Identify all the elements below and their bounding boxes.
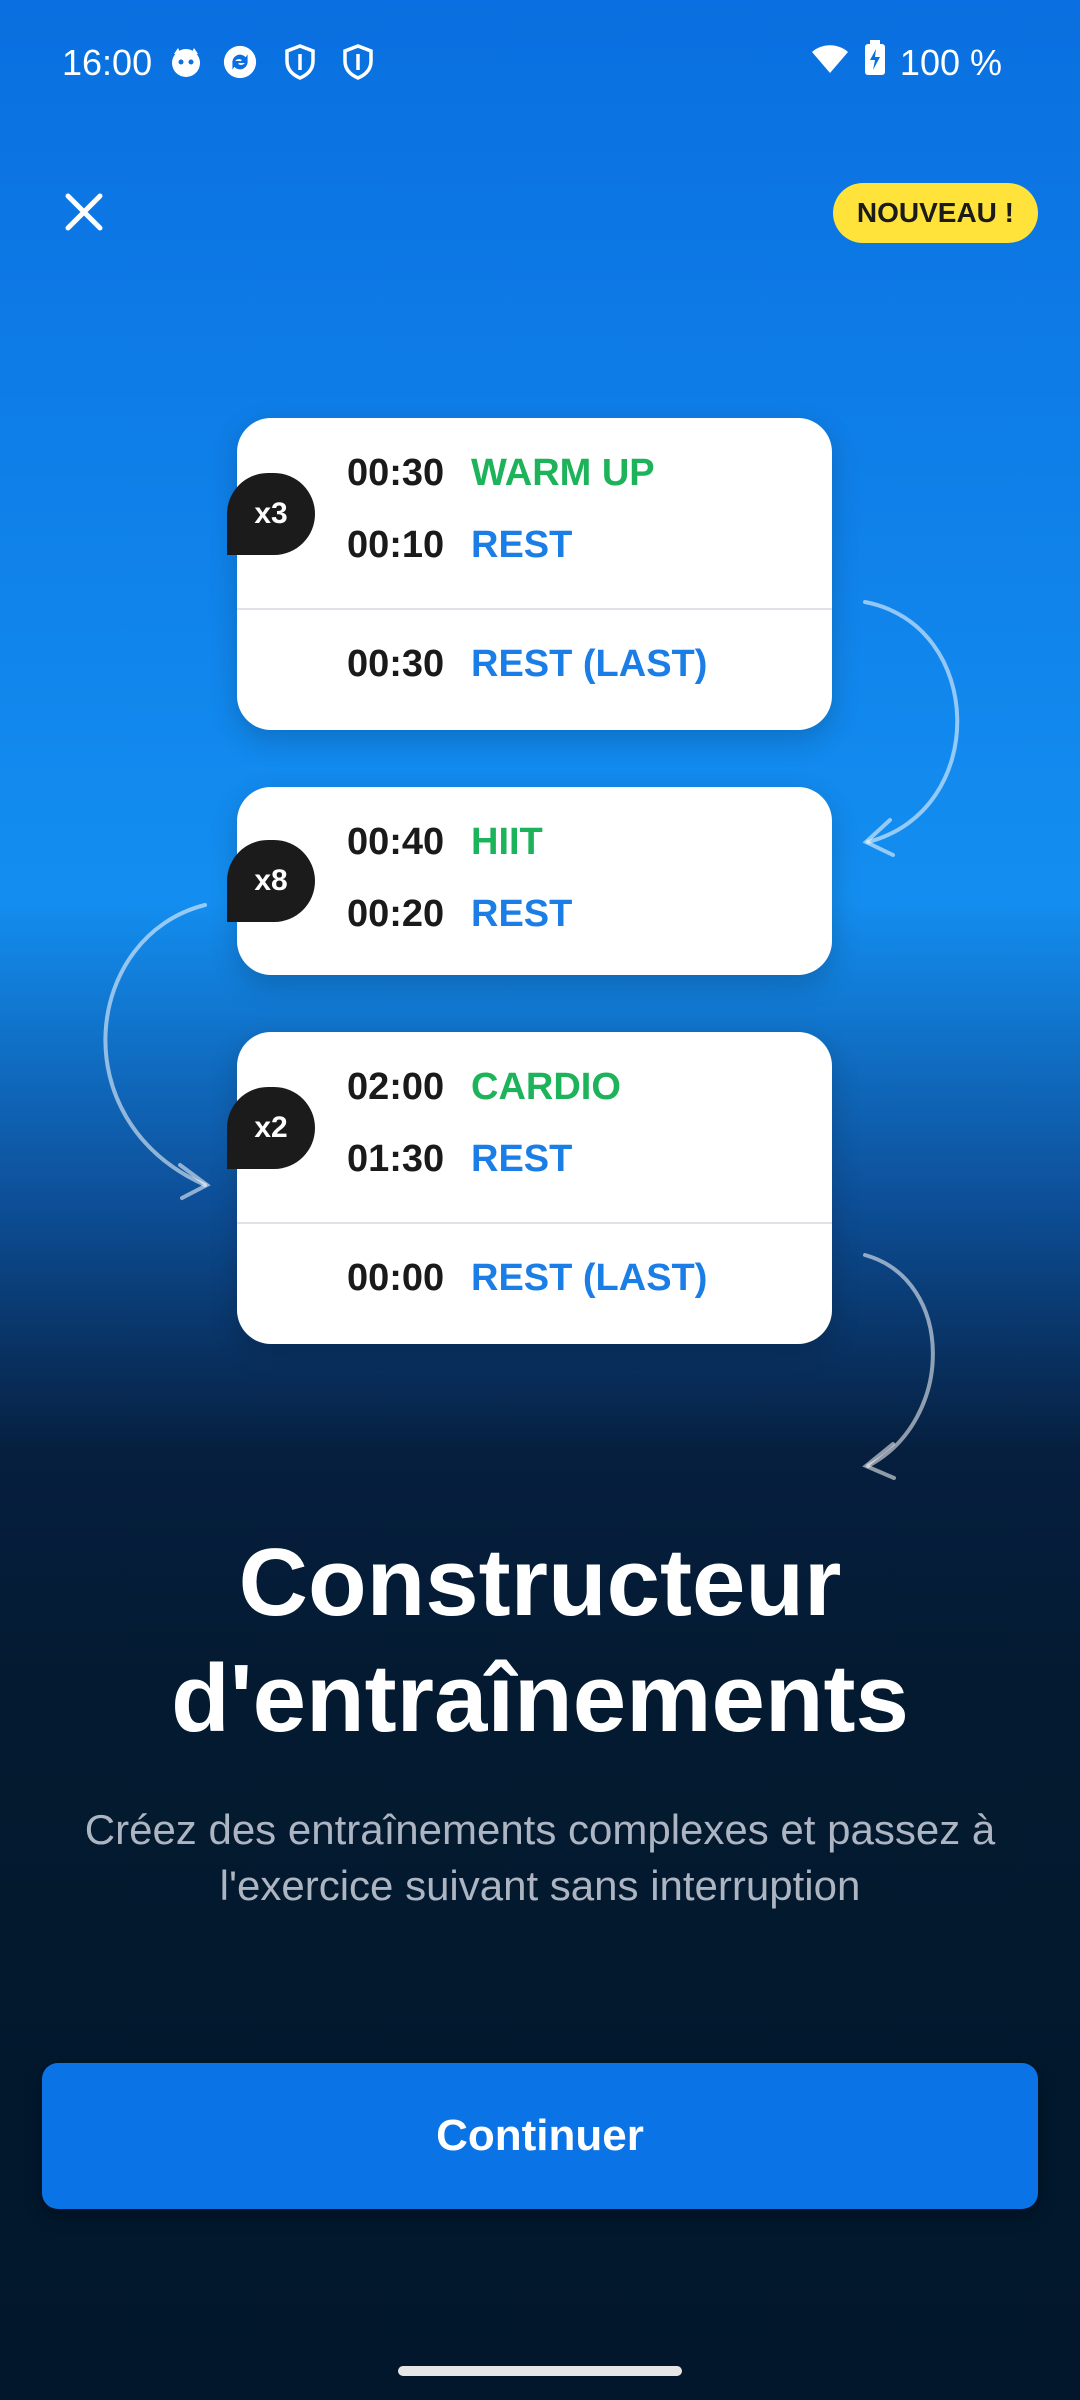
arrow-curve-2: [103, 903, 207, 1187]
interval-time: 00:30: [347, 452, 445, 494]
interval-row-last: 00:00 REST (LAST): [347, 1257, 707, 1300]
continue-button[interactable]: Continuer: [42, 2063, 1038, 2209]
interval-time: 00:30: [347, 643, 445, 685]
interval-label: REST: [471, 1138, 573, 1180]
interval-label: WARM UP: [471, 452, 655, 494]
interval-label: REST (LAST): [471, 643, 708, 685]
interval-label: REST (LAST): [471, 1257, 708, 1299]
interval-label: REST: [471, 524, 573, 566]
repeat-badge: x8: [227, 840, 315, 922]
interval-label: CARDIO: [471, 1066, 621, 1108]
divider: [237, 608, 832, 610]
interval-time: 00:10: [347, 524, 445, 566]
arrow-curve-1: [863, 600, 960, 844]
interval-row: 00:30 WARM UP: [347, 452, 655, 495]
page-title: Constructeur d'entraînements: [171, 1529, 909, 1752]
workout-card-cardio: x2 02:00 CARDIO 01:30 REST 00:00 REST (L…: [227, 1032, 832, 1344]
interval-time: 00:00: [347, 1257, 445, 1299]
interval-time: 02:00: [347, 1066, 445, 1108]
interval-row-last: 00:30 REST (LAST): [347, 643, 707, 686]
interval-row: 00:40 HIIT: [347, 821, 543, 864]
workout-card-hiit: x8 00:40 HIIT 00:20 REST: [227, 787, 832, 975]
page-subtitle: Créez des entraînements complexes et pas…: [84, 1806, 996, 1909]
interval-time: 01:30: [347, 1138, 445, 1180]
interval-time: 00:40: [347, 821, 445, 863]
interval-row: 00:10 REST: [347, 524, 572, 567]
interval-row: 00:20 REST: [347, 893, 572, 936]
interval-time: 00:20: [347, 893, 445, 935]
interval-label: HIIT: [471, 821, 543, 863]
arrow-curve-3: [863, 1253, 935, 1468]
interval-row: 01:30 REST: [347, 1138, 572, 1181]
home-indicator[interactable]: [398, 2366, 682, 2376]
interval-row: 02:00 CARDIO: [347, 1066, 621, 1109]
interval-label: REST: [471, 893, 573, 935]
workout-card-warmup: x3 00:30 WARM UP 00:10 REST 00:30 REST (…: [227, 418, 832, 730]
divider: [237, 1222, 832, 1224]
repeat-badge: x2: [227, 1087, 315, 1169]
repeat-badge: x3: [227, 473, 315, 555]
